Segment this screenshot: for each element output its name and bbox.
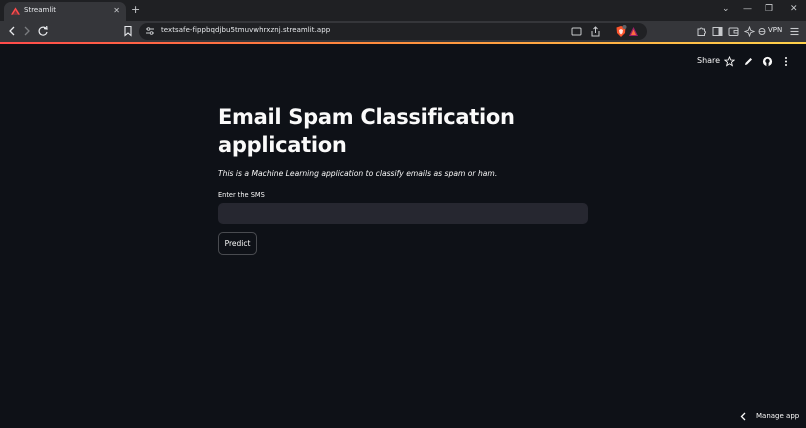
leo-ai-icon[interactable]	[744, 26, 755, 37]
tab-close-icon[interactable]: ✕	[113, 5, 120, 17]
chevron-left-icon	[740, 412, 746, 421]
sidebar-icon[interactable]	[712, 26, 723, 37]
streamlit-favicon-icon	[11, 7, 20, 15]
reload-icon[interactable]	[37, 25, 49, 37]
new-tab-icon[interactable]: +	[131, 3, 140, 16]
star-icon[interactable]	[724, 56, 735, 67]
back-icon[interactable]	[6, 25, 18, 37]
share-page-icon[interactable]	[590, 26, 601, 37]
edit-pencil-icon[interactable]	[743, 56, 754, 67]
vpn-label[interactable]: VPN	[768, 26, 782, 34]
github-icon[interactable]	[762, 56, 773, 67]
browser-menu-icon[interactable]	[789, 26, 800, 37]
sms-input-label: Enter the SMS	[218, 191, 265, 199]
wallet-icon[interactable]	[728, 26, 739, 37]
brave-rewards-icon[interactable]	[628, 26, 639, 37]
manage-app-label: Manage app	[756, 412, 800, 420]
tab-title: Streamlit	[24, 6, 56, 14]
predict-button[interactable]: Predict	[218, 232, 257, 255]
address-url[interactable]: textsafe-fippbqdjbu5tmuvwhrxznj.streamli…	[161, 26, 330, 34]
forward-icon[interactable]	[21, 25, 33, 37]
bookmark-icon[interactable]	[122, 25, 134, 37]
browser-tab-bar: Streamlit ✕ + ⌄ — ❐ ✕	[0, 0, 806, 21]
page-subtitle: This is a Machine Learning application t…	[218, 169, 498, 178]
restore-icon[interactable]: ❐	[765, 3, 773, 16]
vpn-globe-icon[interactable]	[758, 26, 766, 37]
page-title: Email Spam Classification application	[218, 105, 515, 157]
sms-input[interactable]	[218, 203, 588, 224]
tab-search-icon[interactable]: ⌄	[722, 3, 730, 16]
minimize-icon[interactable]: —	[743, 3, 752, 16]
streamlit-app: Share Email Spam Classification applicat…	[0, 44, 806, 428]
brave-shields-icon[interactable]	[615, 25, 627, 38]
browser-tab-streamlit[interactable]: Streamlit ✕	[4, 2, 126, 21]
main-menu-icon[interactable]	[782, 56, 790, 67]
site-settings-icon[interactable]	[145, 26, 155, 36]
window-close-icon[interactable]: ✕	[790, 3, 798, 16]
cast-icon[interactable]	[571, 26, 582, 37]
manage-app-button[interactable]: Manage app	[739, 410, 801, 424]
share-button[interactable]: Share	[697, 56, 720, 65]
browser-toolbar: textsafe-fippbqdjbu5tmuvwhrxznj.streamli…	[0, 21, 806, 42]
extensions-icon[interactable]	[696, 26, 707, 37]
address-bar[interactable]: textsafe-fippbqdjbu5tmuvwhrxznj.streamli…	[139, 23, 647, 40]
